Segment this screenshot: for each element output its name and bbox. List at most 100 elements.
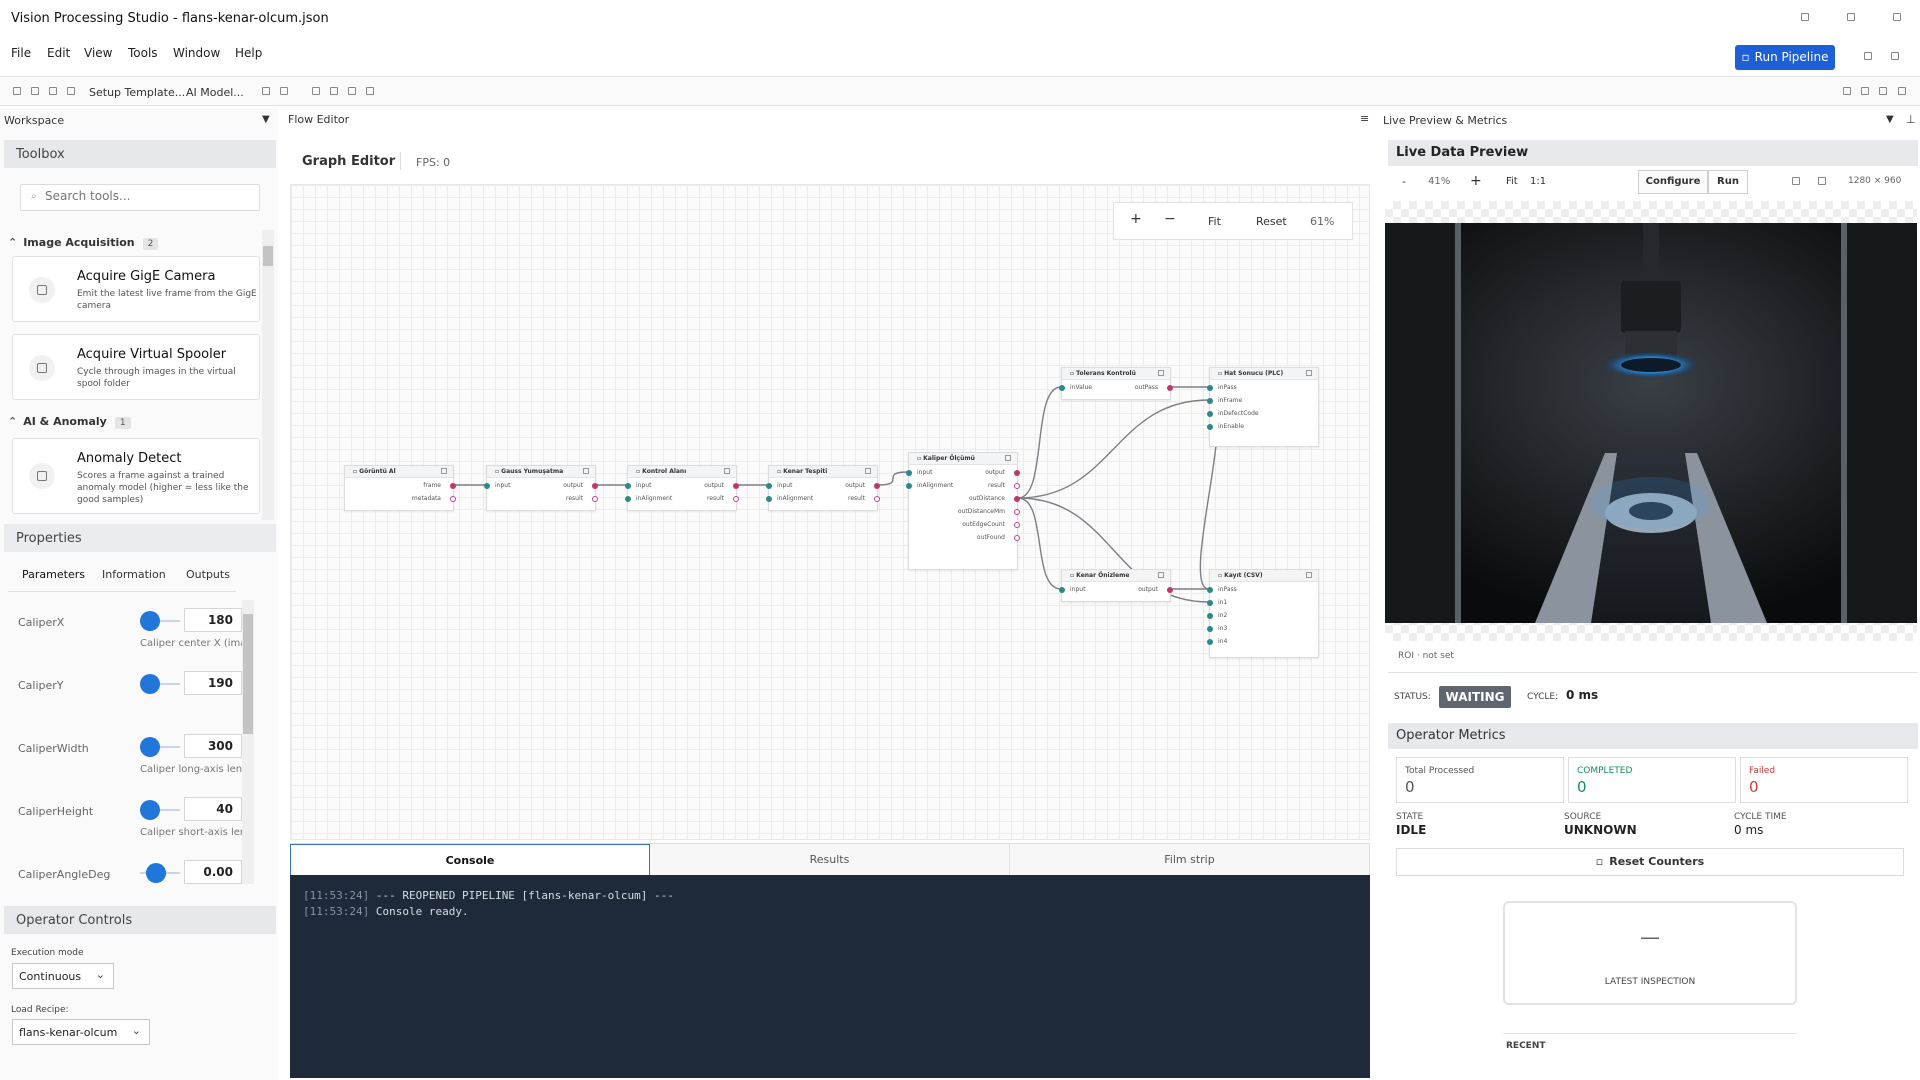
output-port[interactable] — [733, 483, 739, 489]
tab-parameters[interactable]: Parameters — [22, 568, 85, 581]
graph-canvas[interactable]: ▫ Görüntü Al frame metadata ▫ Gauss Yumuşat… — [290, 184, 1370, 840]
graph-node[interactable]: ▫ Kayıt (CSV) inPass in1 in2 in3 in4 — [1207, 569, 1319, 658]
run-pipeline-button[interactable]: ▫ Run Pipeline — [1735, 45, 1835, 70]
snapshot-icon[interactable] — [1792, 177, 1800, 185]
output-port[interactable] — [1167, 587, 1173, 593]
graph-node[interactable]: ▫ Kaliper Ölçümü input inAlignment output re… — [906, 452, 1020, 570]
section-image-acquisition[interactable]: ⌃ Image Acquisition 2 — [8, 236, 159, 250]
redo-icon[interactable] — [280, 87, 288, 95]
output-port[interactable] — [592, 483, 598, 489]
reset-button[interactable]: Reset — [1256, 215, 1287, 228]
tool-acquire-virtual-spooler[interactable]: Acquire Virtual Spooler Cycle through im… — [12, 334, 260, 400]
input-port[interactable] — [906, 470, 912, 476]
graph-node[interactable]: ▫ Kenar Tespiti input inAlignment output res… — [766, 465, 880, 511]
setup-template-button[interactable]: Setup Template... — [89, 86, 185, 99]
preview-zoom-out[interactable]: - — [1402, 175, 1406, 188]
crosshair-icon[interactable] — [1818, 177, 1826, 185]
tab-film-strip[interactable]: Film strip — [1010, 844, 1370, 876]
new-icon[interactable] — [13, 87, 21, 95]
output-port[interactable] — [1014, 535, 1020, 541]
input-port[interactable] — [625, 496, 631, 502]
node-close-icon[interactable] — [1005, 455, 1011, 461]
graph-node[interactable]: ▫ Hat Sonucu (PLC) inPass inFrame inDefectC… — [1207, 367, 1319, 447]
node-close-icon[interactable] — [441, 468, 447, 474]
param-caliperheight-value[interactable]: 40 — [184, 797, 242, 821]
output-port[interactable] — [1014, 522, 1020, 528]
run-button[interactable]: Run — [1708, 170, 1748, 194]
zoom-in-button[interactable]: + — [1130, 211, 1142, 227]
input-port[interactable] — [1207, 587, 1213, 593]
panel-right-icon[interactable] — [1879, 87, 1887, 95]
panel-left-icon[interactable] — [1843, 87, 1851, 95]
output-port[interactable] — [1014, 496, 1020, 502]
distribute-icon[interactable] — [330, 87, 338, 95]
param-caliperangle-value[interactable]: 0.00 — [184, 860, 242, 884]
dropdown-icon[interactable]: ▼ — [1886, 114, 1894, 125]
input-port[interactable] — [766, 483, 772, 489]
ai-model-button[interactable]: AI Model... — [186, 86, 244, 99]
input-port[interactable] — [1059, 587, 1065, 593]
input-port[interactable] — [1207, 411, 1213, 417]
execution-mode-select[interactable]: Continuous ⌄ — [12, 963, 114, 989]
slider-knob[interactable] — [146, 863, 166, 883]
output-port[interactable] — [1167, 385, 1173, 391]
fit-button[interactable]: Fit — [1208, 215, 1221, 228]
input-port[interactable] — [1207, 613, 1213, 619]
graph-node[interactable]: ▫ Kontrol Alanı input inAlignment output res… — [625, 465, 739, 511]
input-port[interactable] — [906, 483, 912, 489]
search-input[interactable] — [45, 189, 245, 203]
pin-icon[interactable]: ⊥ — [1906, 113, 1916, 126]
input-port[interactable] — [766, 496, 772, 502]
preview-zoom-in[interactable]: + — [1470, 173, 1482, 189]
save-icon[interactable] — [49, 87, 57, 95]
graph-node[interactable]: ▫ Görüntü Al frame metadata — [344, 465, 456, 511]
align-icon[interactable] — [312, 87, 320, 95]
tab-information[interactable]: Information — [102, 568, 166, 581]
graph-node[interactable]: ▫ Gauss Yumuşatma input output result — [484, 465, 598, 511]
menu-view[interactable]: View — [84, 46, 112, 60]
undo-icon[interactable] — [262, 87, 270, 95]
output-port[interactable] — [1014, 483, 1020, 489]
tab-results[interactable]: Results — [650, 844, 1010, 876]
graph-node[interactable]: ▫ Tolerans Kontrolü inValue outPass — [1059, 367, 1173, 400]
menu-window[interactable]: Window — [173, 46, 220, 60]
properties-scrollbar[interactable] — [242, 600, 254, 884]
graph-node[interactable]: ▫ Kenar Önizleme input output — [1059, 569, 1173, 602]
param-calipery-value[interactable]: 190 — [184, 671, 242, 695]
configure-button[interactable]: Configure — [1638, 170, 1708, 194]
reset-counters-button[interactable]: ▫ Reset Counters — [1396, 848, 1904, 876]
slider-knob[interactable] — [140, 611, 160, 631]
menu-edit[interactable]: Edit — [47, 46, 70, 60]
slider-knob[interactable] — [140, 737, 160, 757]
output-port[interactable] — [450, 496, 456, 502]
group-icon[interactable] — [348, 87, 356, 95]
output-port[interactable] — [874, 496, 880, 502]
node-close-icon[interactable] — [1158, 572, 1164, 578]
minimize-icon[interactable] — [1798, 10, 1812, 24]
menu-help[interactable]: Help — [235, 46, 262, 60]
menu-tools[interactable]: Tools — [128, 46, 158, 60]
save-as-icon[interactable] — [67, 87, 75, 95]
input-port[interactable] — [1207, 626, 1213, 632]
tab-console[interactable]: Console — [290, 844, 650, 876]
input-port[interactable] — [1207, 424, 1213, 430]
grid-icon[interactable] — [366, 87, 374, 95]
preview-1to1[interactable]: 1:1 — [1530, 176, 1546, 187]
open-icon[interactable] — [31, 87, 39, 95]
toolbox-search[interactable]: ⌕ — [20, 184, 260, 211]
section-ai-anomaly[interactable]: ⌃ AI & Anomaly 1 — [8, 415, 131, 429]
output-port[interactable] — [733, 496, 739, 502]
node-close-icon[interactable] — [583, 468, 589, 474]
input-port[interactable] — [1207, 639, 1213, 645]
fullscreen-icon[interactable] — [1898, 87, 1906, 95]
input-port[interactable] — [1207, 600, 1213, 606]
zoom-out-button[interactable]: − — [1164, 211, 1176, 227]
latest-inspection-card[interactable]: — LATEST INSPECTION — [1503, 901, 1797, 1005]
node-close-icon[interactable] — [724, 468, 730, 474]
input-port[interactable] — [625, 483, 631, 489]
layout-icon[interactable] — [1864, 52, 1872, 60]
load-recipe-select[interactable]: flans-kenar-olcum ⌄ — [12, 1019, 150, 1045]
input-port[interactable] — [1059, 385, 1065, 391]
output-port[interactable] — [1014, 509, 1020, 515]
filter-icon[interactable]: ≡ — [1360, 112, 1369, 125]
